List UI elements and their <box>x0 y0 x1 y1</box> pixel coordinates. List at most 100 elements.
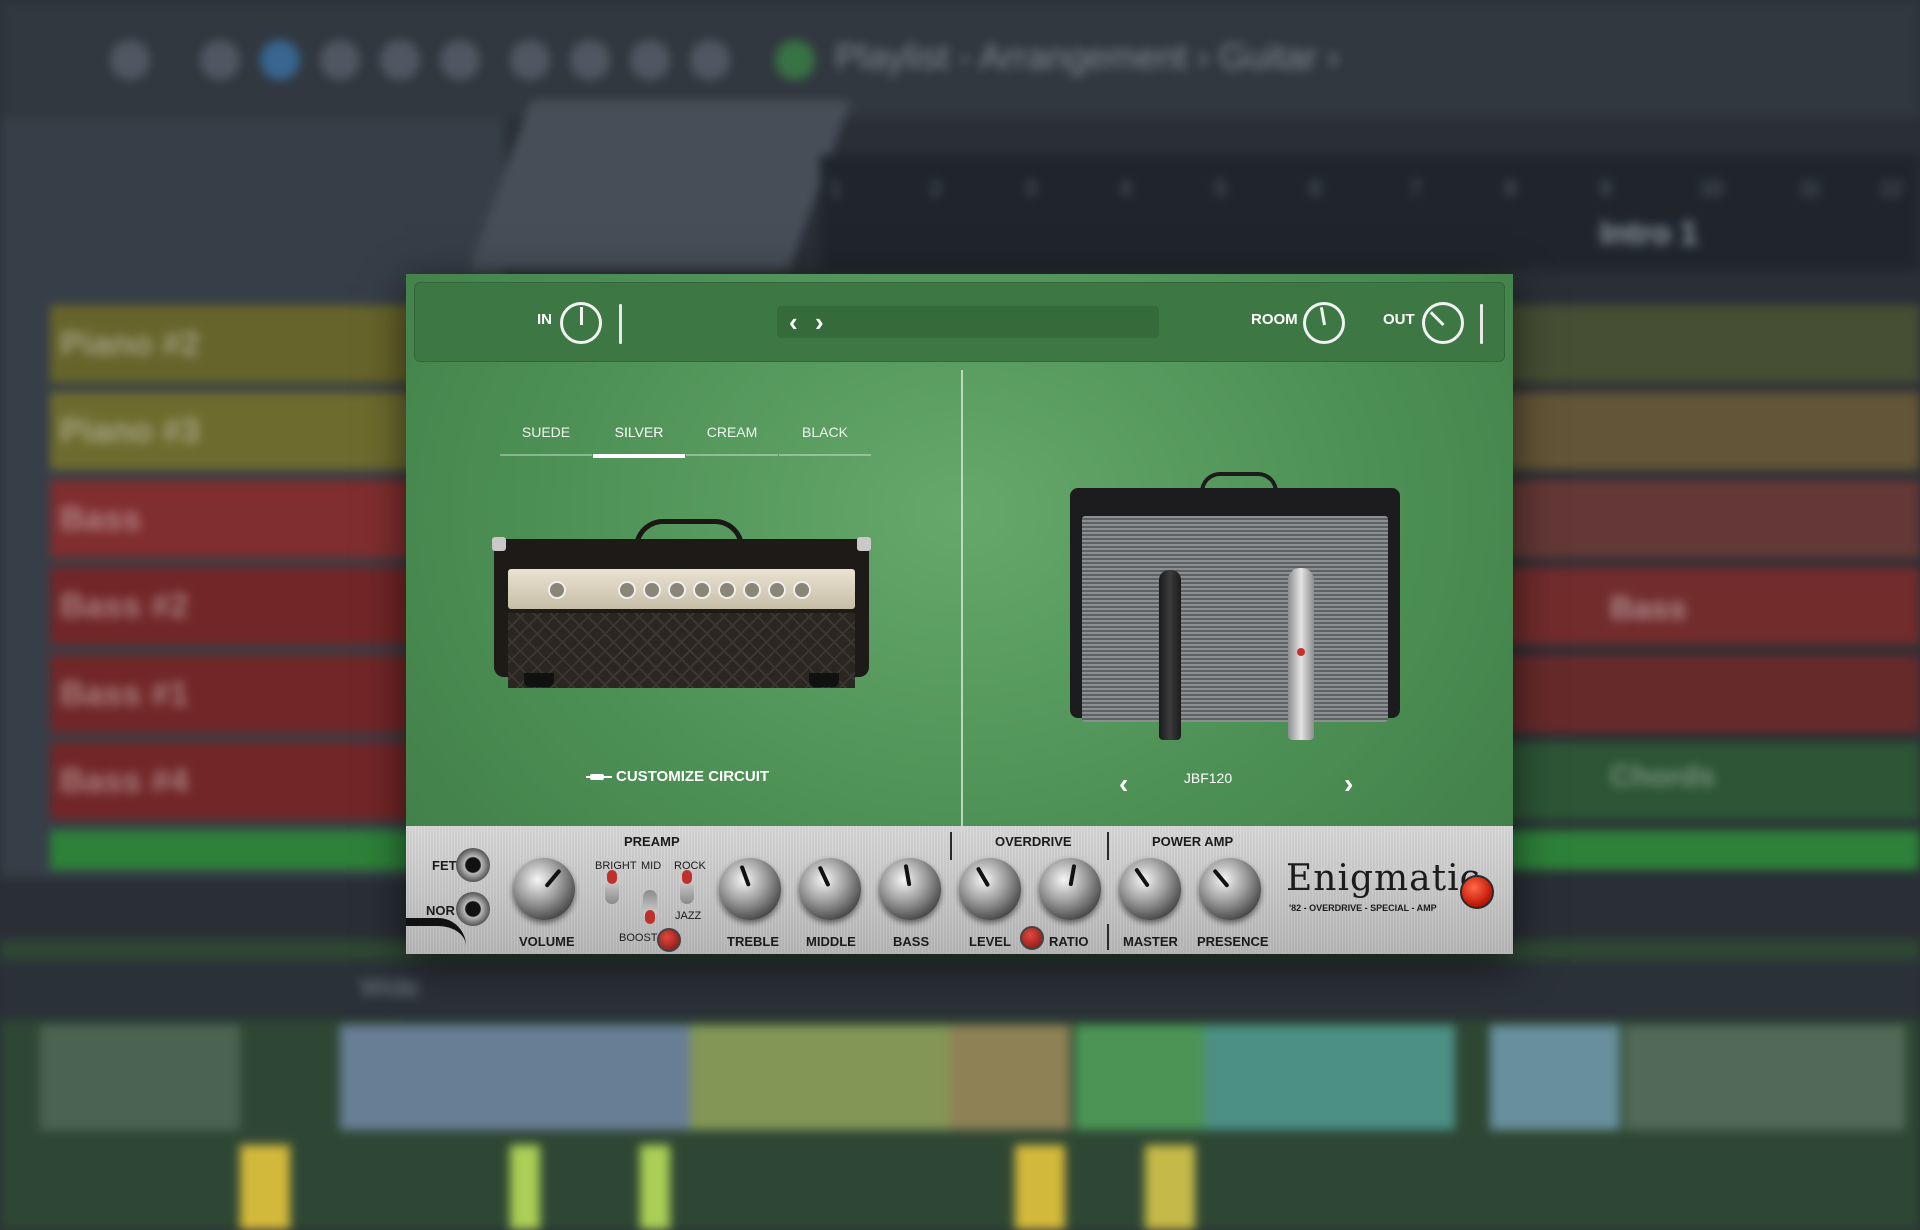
volume-knob[interactable] <box>513 858 575 920</box>
mixer-toolbar: Wide <box>0 960 1920 1020</box>
level-meter <box>1015 1145 1065 1230</box>
middle-knob[interactable] <box>799 858 861 920</box>
level-label: LEVEL <box>969 934 1011 949</box>
timeline-ruler[interactable] <box>820 155 1920 270</box>
plugin-topbar: IN ‹ › ROOM OUT <box>414 282 1505 362</box>
power-button[interactable] <box>1460 875 1494 909</box>
customize-circuit-button[interactable]: CUSTOMIZE CIRCUIT <box>586 768 769 785</box>
ratio-knob[interactable] <box>1039 858 1101 920</box>
track-header[interactable]: Bass <box>50 480 435 558</box>
track-header[interactable]: Bass #4 <box>50 742 435 820</box>
master-knob[interactable] <box>1119 858 1181 920</box>
mute-icon[interactable] <box>320 40 360 80</box>
middle-label: MIDDLE <box>806 934 856 949</box>
tab-black[interactable]: BLACK <box>779 424 871 456</box>
volume-icon[interactable] <box>690 40 730 80</box>
treble-label: TREBLE <box>727 934 779 949</box>
fet-input-jack[interactable] <box>456 848 490 882</box>
mixer-channel[interactable] <box>340 1025 690 1130</box>
fet-label: FET <box>432 858 457 873</box>
next-cabinet-button[interactable]: › <box>1344 768 1353 800</box>
amp-head-image[interactable] <box>492 519 871 694</box>
ruler-number: 5 <box>1215 178 1227 200</box>
nor-label: NOR <box>426 903 455 918</box>
marquee-icon[interactable] <box>570 40 610 80</box>
ruler-number: 9 <box>1600 178 1612 200</box>
output-knob[interactable] <box>1422 302 1464 344</box>
bass-label: BASS <box>893 934 930 949</box>
mid-switch[interactable] <box>643 890 657 924</box>
daw-tool-area <box>469 100 851 270</box>
zoom-icon[interactable] <box>630 40 670 80</box>
cabinet-body <box>1070 488 1400 722</box>
input-knob[interactable] <box>560 302 602 344</box>
amp-mini-knob <box>643 581 661 599</box>
preset-selector[interactable]: ‹ › <box>777 306 1159 338</box>
prev-cabinet-button[interactable]: ‹ <box>1119 768 1128 800</box>
select-icon[interactable] <box>260 40 300 80</box>
track-header[interactable]: Piano #3 <box>50 392 435 470</box>
track-header[interactable]: Bass #1 <box>50 655 435 733</box>
overdrive-button[interactable] <box>1020 926 1044 950</box>
knob-pointer <box>580 307 583 325</box>
group-divider <box>1107 924 1109 950</box>
presence-knob[interactable] <box>1199 858 1261 920</box>
presence-label: PRESENCE <box>1197 934 1269 949</box>
amp-foot <box>524 673 554 687</box>
mixer-channel[interactable] <box>1490 1025 1620 1130</box>
volume-label: VOLUME <box>519 934 575 949</box>
amp-mini-knob <box>793 581 811 599</box>
home-icon[interactable] <box>110 40 150 80</box>
cabinet-name: JBF120 <box>1183 770 1233 786</box>
daw-toolbar: Playlist - Arrangement › Guitar › <box>0 0 1920 118</box>
nor-input-jack[interactable] <box>456 892 490 926</box>
tab-suede[interactable]: SUEDE <box>500 424 592 456</box>
mic-badge <box>1297 648 1305 656</box>
ratio-label: RATIO <box>1049 934 1089 949</box>
next-preset-button[interactable]: › <box>815 307 824 338</box>
separator <box>619 304 622 344</box>
mixer-channel[interactable] <box>1075 1025 1205 1130</box>
amp-control-panel <box>508 569 855 609</box>
bass-knob[interactable] <box>879 858 941 920</box>
amp-foot <box>809 673 839 687</box>
ruler-number: 12 <box>1880 178 1903 200</box>
mixer-channel[interactable] <box>40 1025 240 1130</box>
track-header[interactable]: Piano #2 <box>50 305 435 383</box>
separator <box>1480 304 1483 344</box>
amp-mini-knob <box>618 581 636 599</box>
knob-pointer <box>1068 864 1077 887</box>
tab-silver[interactable]: SILVER <box>593 424 685 458</box>
mixer-channel[interactable] <box>1205 1025 1455 1130</box>
speaker-icon[interactable] <box>380 40 420 80</box>
mixer-channel[interactable] <box>950 1025 1070 1130</box>
knob-pointer <box>1134 867 1150 888</box>
pencil-icon[interactable] <box>200 40 240 80</box>
level-knob[interactable] <box>959 858 1021 920</box>
ruler-number: 7 <box>1410 178 1422 200</box>
dynamic-mic[interactable] <box>1159 570 1181 740</box>
cabinet-image[interactable] <box>1070 472 1400 722</box>
amp-mini-knob <box>768 581 786 599</box>
brand-tagline: '82 - OVERDRIVE - SPECIAL - AMP <box>1289 903 1437 913</box>
prev-preset-button[interactable]: ‹ <box>789 307 798 338</box>
group-divider <box>950 832 952 860</box>
track-header[interactable]: Bass #2 <box>50 567 435 645</box>
boost-button[interactable] <box>657 928 681 952</box>
room-knob[interactable] <box>1303 302 1345 344</box>
treble-knob[interactable] <box>719 858 781 920</box>
mixer-channel[interactable] <box>690 1025 950 1130</box>
ruler-number: 11 <box>1800 178 1821 200</box>
rock-jazz-switch[interactable] <box>680 870 694 904</box>
slip-icon[interactable] <box>440 40 480 80</box>
ruler-number: 2 <box>930 178 942 200</box>
slice-icon[interactable] <box>510 40 550 80</box>
mixer-channel[interactable] <box>1625 1025 1905 1130</box>
tab-cream[interactable]: CREAM <box>686 424 778 456</box>
bright-switch[interactable] <box>605 870 619 904</box>
knob-pointer <box>1429 311 1445 327</box>
ruler-number: 6 <box>1310 178 1322 200</box>
play-arrow-icon[interactable] <box>775 40 815 80</box>
ribbon-mic[interactable] <box>1288 568 1314 740</box>
in-label: IN <box>537 311 552 328</box>
